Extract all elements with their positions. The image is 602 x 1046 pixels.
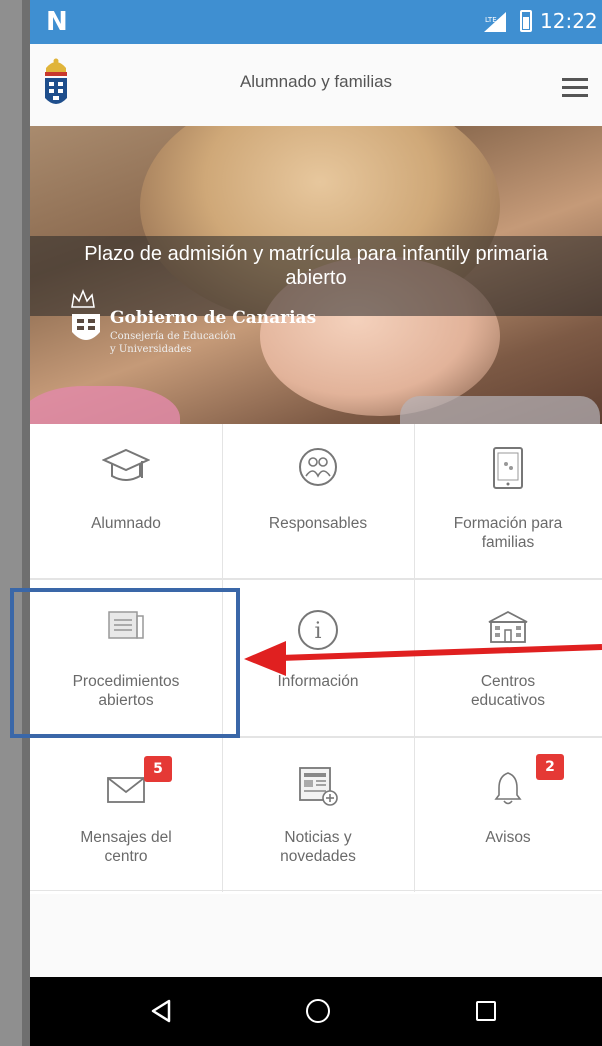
svg-text:LTE: LTE <box>485 16 497 24</box>
app-header: Alumnado y familias <box>30 44 602 127</box>
government-emblem-icon <box>72 314 100 340</box>
unread-count-badge: 5 <box>144 756 172 782</box>
graduation-cap-icon <box>102 448 150 481</box>
tile-label: Responsables <box>268 515 368 532</box>
newspaper-icon <box>299 767 338 806</box>
org-subtitle-2: y Universidades <box>110 344 192 355</box>
tile-noticias-novedades[interactable]: Noticias y novedades <box>222 738 414 892</box>
tile-label: Centros <box>480 673 536 690</box>
tile-label: Formación para <box>453 515 563 532</box>
recents-icon[interactable] <box>476 1001 496 1021</box>
tile-alumnado[interactable]: Alumnado <box>30 424 222 578</box>
tile-formacion-familias[interactable]: Formación para familias <box>414 424 602 578</box>
tile-label: novedades <box>280 848 356 865</box>
tile-label: Alumnado <box>91 515 161 532</box>
tile-label: Información <box>277 673 359 690</box>
clock-time: 12:22 <box>540 9 598 33</box>
system-nav-bar <box>30 977 602 1046</box>
tile-label: educativos <box>470 692 546 709</box>
tile-label: familias <box>481 534 535 551</box>
tile-label: Mensajes del <box>80 829 172 846</box>
phone-screen: N LTE 12:22 Alumnado y familias Plazo de… <box>30 0 602 1046</box>
banner-photo-paper <box>400 396 600 424</box>
banner-caption-line1: Plazo de admisión y matrícula para infan… <box>84 243 548 265</box>
home-icon[interactable] <box>306 999 330 1023</box>
banner-photo-sleeve <box>30 386 180 424</box>
envelope-icon <box>107 777 145 803</box>
family-icon <box>299 448 337 486</box>
school-icon <box>488 610 528 643</box>
svg-text:i: i <box>314 619 321 644</box>
bell-icon <box>494 772 522 805</box>
tablet-icon <box>493 447 523 489</box>
tile-label: Avisos <box>485 829 531 846</box>
tile-avisos[interactable]: 2 Avisos <box>414 738 602 892</box>
highlight-box-annotation <box>10 588 240 738</box>
status-bar: N LTE 12:22 <box>30 0 602 44</box>
signal-icon: LTE <box>484 12 506 32</box>
tile-mensajes-centro[interactable]: 5 Mensajes del centro <box>30 738 222 892</box>
org-subtitle-1: Consejería de Educación <box>110 331 236 342</box>
page-title: Alumnado y familias <box>239 72 393 91</box>
unread-count-badge: 2 <box>536 754 564 780</box>
tile-responsables[interactable]: Responsables <box>222 424 414 578</box>
nfc-icon: N <box>46 7 68 37</box>
banner-caption: Plazo de admisión y matrícula para infan… <box>30 242 602 290</box>
banner-caption-line2: abierto <box>285 267 347 289</box>
tile-label: centro <box>104 848 148 865</box>
info-icon: i <box>298 610 338 650</box>
tile-centros-educativos[interactable]: Centros educativos <box>414 580 602 736</box>
org-title: Gobierno de Canarias <box>110 308 317 328</box>
menu-icon[interactable] <box>562 78 588 97</box>
back-icon[interactable] <box>150 999 172 1023</box>
tile-label: Noticias y <box>284 829 352 846</box>
hero-banner[interactable]: Plazo de admisión y matrícula para infan… <box>30 126 602 424</box>
battery-icon <box>520 10 532 32</box>
tile-informacion[interactable]: i Información <box>222 580 414 736</box>
crown-icon <box>71 289 95 308</box>
device-frame-edge <box>22 0 30 1046</box>
